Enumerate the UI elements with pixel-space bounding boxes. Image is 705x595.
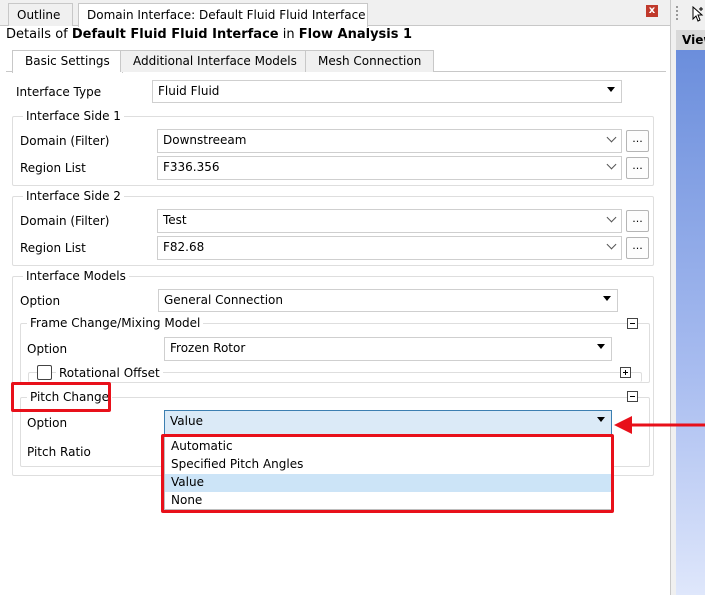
chevron-down-icon [606,159,617,170]
tab-domain-interface-label: Domain Interface: Default Fluid Fluid In… [87,8,366,22]
side2-domain-select[interactable]: Test [157,209,622,233]
tab-additional-interface-models-label: Additional Interface Models [133,54,297,68]
dropdown-arrow-icon [607,87,615,92]
pitch-ratio-label: Pitch Ratio [27,445,91,459]
rotational-offset-checkbox[interactable] [37,365,52,380]
side2-domain-label: Domain (Filter) [20,214,110,228]
tab-basic-settings[interactable]: Basic Settings [12,50,123,73]
viewer-header: View [676,30,705,50]
interface-type-select[interactable]: Fluid Fluid [152,80,622,103]
tab-outline[interactable]: Outline [8,3,73,26]
viewer-header-label: View [682,33,705,47]
pitch-change-highlight [11,382,111,412]
interface-models-option-select[interactable]: General Connection [158,289,618,312]
tab-basic-settings-label: Basic Settings [25,54,110,68]
interface-side-1-title: Interface Side 1 [23,109,124,123]
dropdown-arrow-icon [597,344,605,349]
side2-region-browse-button[interactable]: ... [626,237,649,259]
collapse-icon[interactable] [627,318,638,329]
toolbar-grip-icon[interactable] [676,6,678,20]
pitch-change-option-select[interactable]: Value [164,410,612,435]
select-cursor-icon[interactable] [690,5,705,22]
frame-change-option-select[interactable]: Frozen Rotor [164,337,612,361]
frame-change-option-value: Frozen Rotor [170,341,246,355]
frame-change-title: Frame Change/Mixing Model [27,316,204,330]
interface-side-2-title: Interface Side 2 [23,189,124,203]
side1-domain-value: Downstreeam [163,133,247,147]
interface-models-title: Interface Models [23,269,129,283]
close-icon[interactable]: x [646,5,658,17]
dropdown-arrow-icon [597,417,605,422]
expand-icon[interactable] [620,367,631,378]
tab-mesh-connection-label: Mesh Connection [318,54,422,68]
tab-mesh-connection[interactable]: Mesh Connection [305,50,435,72]
side1-domain-select[interactable]: Downstreeam [157,129,622,153]
chevron-down-icon [606,239,617,250]
side1-region-value: F336.356 [163,160,220,174]
dropdown-highlight [161,434,614,513]
side2-domain-value: Test [163,213,187,227]
pitch-change-option-label: Option [27,416,68,430]
red-arrow-annotation-icon [614,416,705,434]
side2-domain-browse-button[interactable]: ... [626,210,649,232]
chevron-down-icon [606,132,617,143]
side2-region-select[interactable]: F82.68 [157,236,622,260]
frame-change-option-label: Option [27,342,68,356]
collapse-icon[interactable] [627,391,638,402]
tab-additional-interface-models[interactable]: Additional Interface Models [120,50,310,72]
rotational-offset-label: Rotational Offset [56,366,163,380]
side2-region-label: Region List [20,241,86,255]
interface-type-value: Fluid Fluid [158,84,220,98]
side1-domain-label: Domain (Filter) [20,134,110,148]
tab-domain-interface[interactable]: Domain Interface: Default Fluid Fluid In… [78,3,368,27]
interface-models-option-label: Option [20,294,61,308]
dropdown-arrow-icon [603,296,611,301]
side1-domain-browse-button[interactable]: ... [626,130,649,152]
side1-region-label: Region List [20,161,86,175]
side1-region-select[interactable]: F336.356 [157,156,622,180]
interface-type-label: Interface Type [16,85,102,99]
details-middle: in [278,27,299,42]
pitch-change-option-value: Value [170,414,203,428]
tab-outline-label: Outline [17,8,61,22]
details-object-name: Default Fluid Fluid Interface [71,27,279,42]
viewer-canvas[interactable] [676,50,705,595]
interface-models-option-value: General Connection [164,293,284,307]
details-heading: Details of Default Fluid Fluid Interface… [6,27,666,45]
side1-region-browse-button[interactable]: ... [626,157,649,179]
details-prefix: Details of [6,27,72,42]
chevron-down-icon [606,212,617,223]
details-analysis-name: Flow Analysis 1 [298,27,413,42]
side2-region-value: F82.68 [163,240,205,254]
